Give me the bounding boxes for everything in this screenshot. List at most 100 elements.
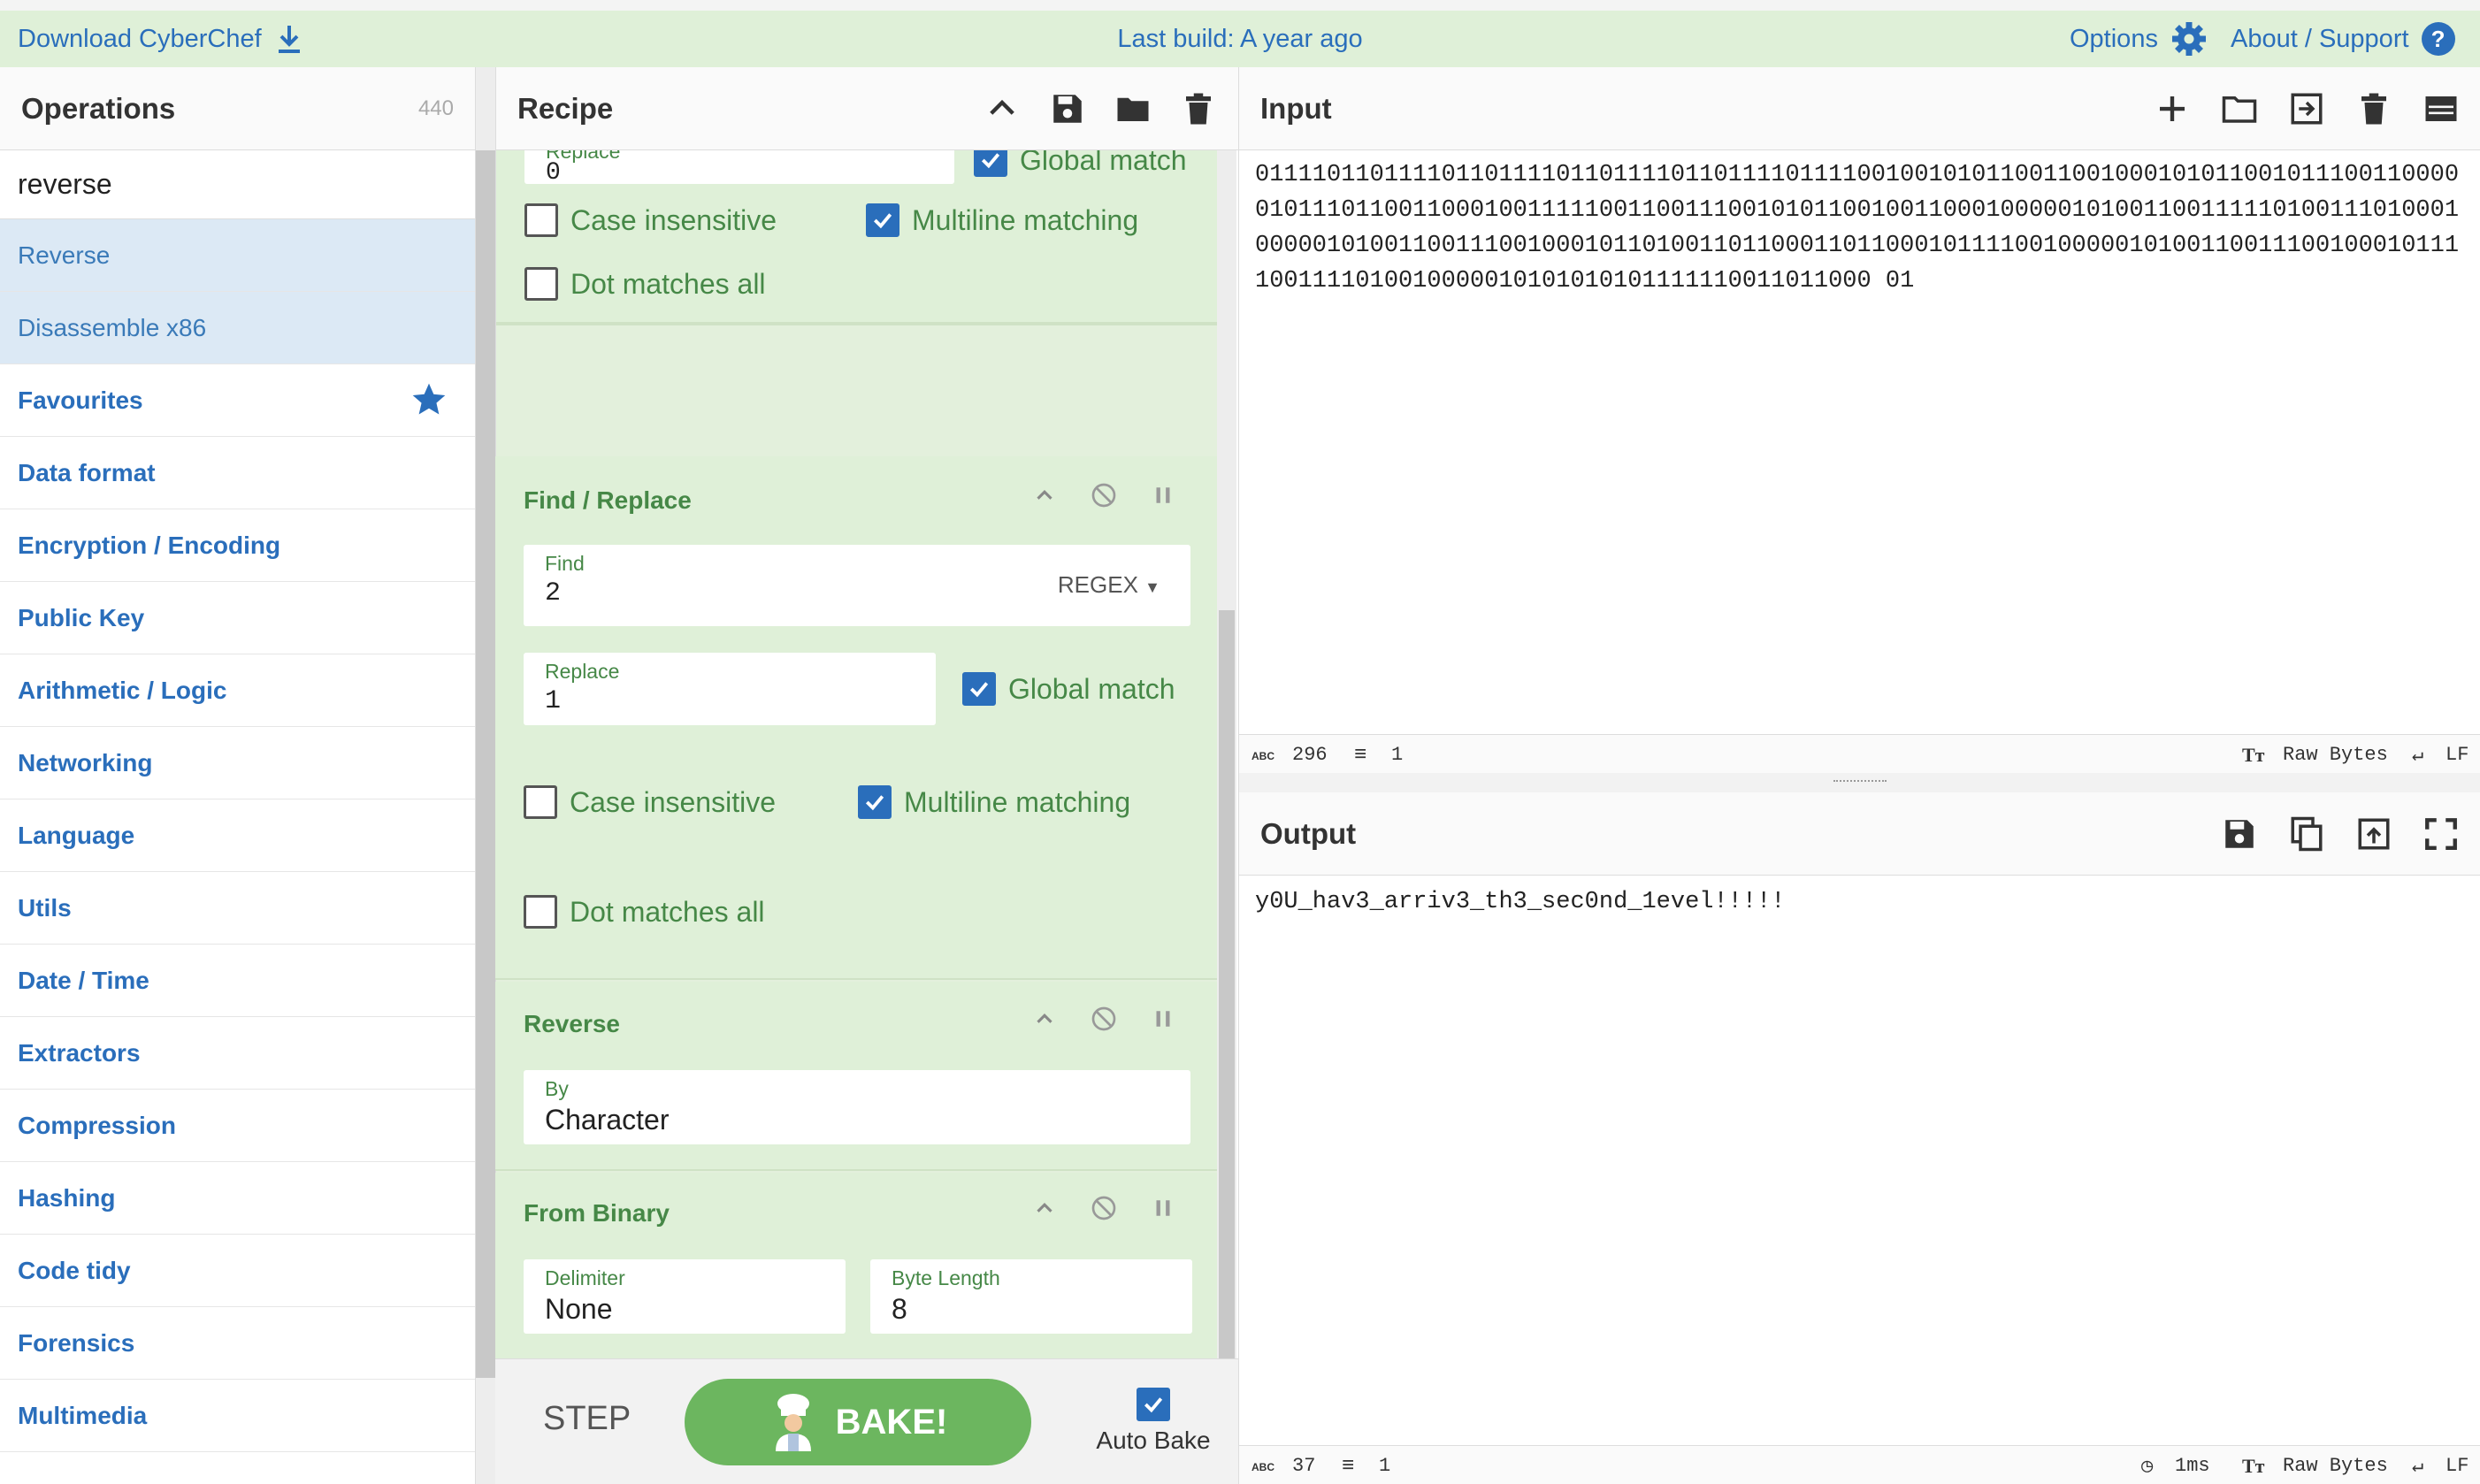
global-match-checkbox-1[interactable]: Global match [974,150,1187,177]
lines-icon: ≡ [1354,744,1367,768]
output-eol[interactable]: LF [2446,1455,2469,1477]
about-support-link[interactable]: About / Support ? [2231,11,2455,67]
input-encoding[interactable]: Raw Bytes [2283,744,2388,766]
trash-icon[interactable] [2355,90,2392,127]
top-banner: Download CyberChef Last build: A year ag… [0,0,2480,67]
category-language[interactable]: Language [0,799,475,872]
operations-search-input[interactable] [0,150,475,219]
output-status-bar: ABC 37 ≡ 1 ◷ 1ms Tт Raw Bytes ↵ LF [1239,1445,2480,1484]
category-arithmetic-logic[interactable]: Arithmetic / Logic [0,654,475,727]
input-header: Input [1239,67,2480,150]
category-networking[interactable]: Networking [0,727,475,799]
open-file-icon[interactable] [2288,90,2325,127]
find-field[interactable]: Find 2 REGEX ▼ [524,545,1190,626]
output-lines: 1 [1379,1455,1391,1477]
maximise-icon[interactable] [2423,815,2460,853]
chevron-up-icon[interactable] [1031,1006,1058,1032]
output-encoding[interactable]: Raw Bytes [2283,1455,2388,1477]
checkbox-checked-icon [974,150,1007,177]
options-link[interactable]: Options [2070,11,2208,67]
output-length: 37 [1292,1455,1316,1477]
reverse-by-dropdown[interactable]: By Character [524,1070,1190,1144]
category-public-key[interactable]: Public Key [0,582,475,654]
folder-icon[interactable] [1114,90,1152,127]
input-textarea[interactable]: 0111101101111011011110110111101101111011… [1255,157,2467,299]
save-icon[interactable] [2221,815,2258,853]
checkbox-empty-icon [524,895,557,929]
from-binary-title: From Binary [524,1199,670,1227]
input-length: 296 [1292,744,1328,766]
download-cyberchef-link[interactable]: Download CyberChef [18,11,304,67]
regex-dropdown[interactable]: REGEX ▼ [1058,571,1160,599]
pause-icon[interactable] [1150,1006,1176,1032]
category-multimedia[interactable]: Multimedia [0,1380,475,1452]
replace-field-2[interactable]: Replace 1 [524,653,936,725]
length-icon: ABC [1251,1461,1274,1473]
open-folder-icon[interactable] [2221,90,2258,127]
return-icon: ↵ [2412,745,2424,767]
auto-bake-toggle[interactable]: Auto Bake [1083,1388,1224,1455]
replace-field-1[interactable]: Replace 0 [524,150,954,187]
save-icon[interactable] [1049,90,1086,127]
category-hashing[interactable]: Hashing [0,1162,475,1235]
pause-icon[interactable] [1150,482,1176,509]
byte-length-input[interactable]: Byte Length 8 [870,1259,1192,1334]
recipe-scrollbar-thumb[interactable] [1219,610,1235,1358]
pause-icon[interactable] [1150,1195,1176,1221]
checkbox-empty-icon [524,785,557,819]
search-result-disassemble-x86[interactable]: Disassemble x86 [0,292,475,364]
output-text[interactable]: y0U_hav3_arriv3_th3_sec0nd_1evel!!!!! [1255,884,2467,920]
recipe-op-find-replace-1: Replace 0 Global match Case insensitive … [496,150,1218,324]
plus-icon[interactable] [2154,90,2191,127]
case-insensitive-checkbox-1[interactable]: Case insensitive [524,203,777,237]
dot-all-checkbox-2[interactable]: Dot matches all [524,895,765,929]
input-title: Input [1260,91,1332,125]
replace-input-icon[interactable] [2355,815,2392,853]
layout-icon[interactable] [2423,90,2460,127]
multiline-checkbox-1[interactable]: Multiline matching [866,203,1138,237]
category-favourites[interactable]: Favourites [0,364,475,437]
checkbox-checked-icon [962,672,996,706]
dot-all-checkbox-1[interactable]: Dot matches all [524,267,766,301]
disable-icon[interactable] [1090,1005,1118,1033]
category-forensics[interactable]: Forensics [0,1307,475,1380]
category-data-format[interactable]: Data format [0,437,475,509]
step-button[interactable]: STEP [543,1400,631,1438]
bake-button[interactable]: BAKE! [685,1379,1031,1465]
bake-bar: STEP BAKE! Auto Bake [495,1358,1238,1484]
output-title: Output [1260,816,1357,850]
chevron-up-icon[interactable] [984,90,1021,127]
category-utils[interactable]: Utils [0,872,475,945]
operations-title: Operations [21,91,176,125]
copy-icon[interactable] [2288,815,2325,853]
options-label: Options [2070,24,2158,53]
recipe-op-find-replace-2: Find / Replace Find 2 REGEX ▼ Replace 1 … [495,456,1217,980]
io-divider[interactable] [1239,773,2480,792]
lines-icon: ≡ [1342,1455,1355,1479]
recipe-op-reverse: Reverse By Character [495,982,1217,1171]
category-date-time[interactable]: Date / Time [0,945,475,1017]
disable-icon[interactable] [1090,481,1118,509]
gear-icon [2171,22,2206,56]
category-code-tidy[interactable]: Code tidy [0,1235,475,1307]
input-status-bar: ABC 296 ≡ 1 Tт Raw Bytes ↵ LF [1239,734,2480,773]
clock-icon: ◷ [2141,1456,2154,1478]
recipe-op-from-binary: From Binary Delimiter None Byte Length 8 [495,1173,1217,1358]
return-icon: ↵ [2412,1456,2424,1478]
case-insensitive-checkbox-2[interactable]: Case insensitive [524,785,776,819]
trash-icon[interactable] [1180,90,1217,127]
global-match-checkbox-2[interactable]: Global match [962,672,1175,706]
chevron-up-icon[interactable] [1031,482,1058,509]
operations-scrollbar-thumb[interactable] [476,150,495,1378]
input-eol[interactable]: LF [2446,744,2469,766]
category-encryption-encoding[interactable]: Encryption / Encoding [0,509,475,582]
category-extractors[interactable]: Extractors [0,1017,475,1090]
search-result-reverse[interactable]: Reverse [0,219,475,292]
delimiter-dropdown[interactable]: Delimiter None [524,1259,846,1334]
disable-icon[interactable] [1090,1194,1118,1222]
multiline-checkbox-2[interactable]: Multiline matching [858,785,1130,819]
category-compression[interactable]: Compression [0,1090,475,1162]
recipe-header: Recipe [496,67,1238,150]
bake-label: BAKE! [835,1402,948,1442]
chevron-up-icon[interactable] [1031,1195,1058,1221]
